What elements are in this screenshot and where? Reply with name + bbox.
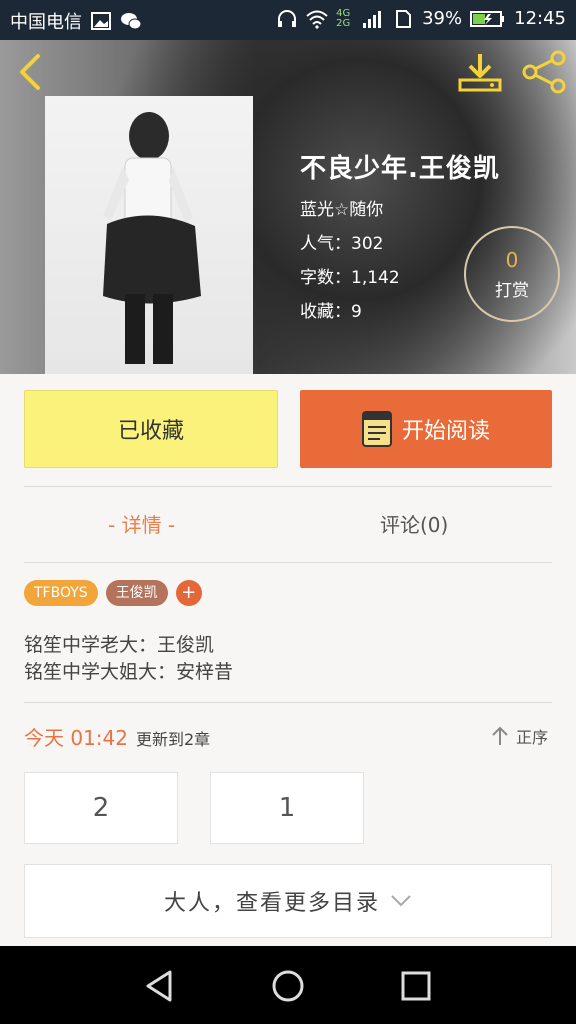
sort-order-label: 正序 bbox=[516, 728, 549, 747]
tag-tfboys[interactable]: TFBOYS bbox=[24, 580, 98, 606]
description-line: 铭笙中学老大：王俊凯 bbox=[24, 634, 215, 656]
sort-order-toggle[interactable]: 正序 bbox=[490, 724, 548, 748]
more-chapters-button[interactable]: 大人，查看更多目录 bbox=[24, 864, 552, 938]
clock: 12:45 bbox=[514, 8, 566, 29]
home-nav-icon[interactable] bbox=[268, 966, 308, 1006]
download-icon[interactable] bbox=[458, 50, 502, 94]
description-line: 铭笙中学大姐大：安梓昔 bbox=[24, 661, 234, 683]
back-nav-icon[interactable] bbox=[140, 966, 180, 1006]
back-arrow-icon[interactable] bbox=[12, 52, 52, 92]
favorites-stat: 收藏：9 bbox=[300, 302, 362, 322]
divider bbox=[24, 562, 552, 563]
network-label: 4G 2G bbox=[336, 7, 351, 29]
divider bbox=[24, 486, 552, 487]
battery-percent: 39% bbox=[422, 8, 463, 29]
arrow-up-icon bbox=[492, 726, 508, 745]
headphones-icon bbox=[278, 9, 297, 27]
chevron-down-icon bbox=[391, 895, 411, 907]
chapter-number: 2 bbox=[92, 793, 110, 823]
update-info: 今天 01:42 更新到2章 bbox=[24, 722, 210, 751]
update-time: 今天 01:42 bbox=[24, 726, 128, 750]
reward-count: 0 bbox=[505, 248, 519, 272]
wifi-icon bbox=[306, 10, 328, 29]
reward-button[interactable]: 0 打赏 bbox=[464, 226, 560, 322]
signal-icon bbox=[363, 10, 382, 28]
battery-icon bbox=[470, 10, 505, 27]
divider bbox=[24, 702, 552, 703]
recents-nav-icon[interactable] bbox=[396, 966, 436, 1006]
chapter-item[interactable]: 2 bbox=[24, 772, 178, 844]
status-bar: 中国电信 4G 2G 39% 12:45 bbox=[0, 0, 576, 40]
book-author[interactable]: 蓝光☆随你 bbox=[300, 199, 500, 221]
tab-comments[interactable]: 评论(0) bbox=[380, 508, 448, 542]
add-tag-button[interactable]: + bbox=[175, 580, 202, 606]
book-title: 不良少年.王俊凯 bbox=[300, 154, 500, 184]
favorited-label: 已收藏 bbox=[117, 419, 184, 444]
system-nav-bar bbox=[0, 946, 576, 1024]
book-header: 不良少年.王俊凯 蓝光☆随你 人气：302 字数：1,142 收藏：9 0 打赏 bbox=[0, 40, 576, 374]
tag-wang-junkai[interactable]: 王俊凯 bbox=[105, 580, 168, 606]
wechat-icon bbox=[121, 13, 142, 30]
book-info: 不良少年.王俊凯 蓝光☆随你 人气：302 字数：1,142 收藏：9 bbox=[300, 148, 500, 335]
more-chapters-label: 大人，查看更多目录 bbox=[163, 891, 380, 916]
favorited-button[interactable]: 已收藏 bbox=[24, 390, 278, 468]
sim-icon bbox=[396, 9, 412, 28]
start-reading-label: 开始阅读 bbox=[401, 419, 490, 444]
start-reading-button[interactable]: 开始阅读 bbox=[300, 390, 552, 468]
chapter-item[interactable]: 1 bbox=[210, 772, 364, 844]
book-icon bbox=[361, 411, 392, 447]
image-icon bbox=[91, 12, 111, 30]
share-icon[interactable] bbox=[520, 50, 568, 94]
book-description: 铭笙中学老大：王俊凯 铭笙中学大姐大：安梓昔 bbox=[24, 632, 233, 686]
book-cover-image[interactable] bbox=[45, 96, 253, 374]
carrier-label: 中国电信 bbox=[10, 12, 82, 33]
tag-list: TFBOYS 王俊凯 + bbox=[24, 580, 202, 606]
update-text: 更新到2章 bbox=[136, 730, 211, 749]
chapter-number: 1 bbox=[278, 793, 296, 823]
reward-label: 打赏 bbox=[495, 281, 529, 301]
tab-detail[interactable]: - 详情 - bbox=[108, 508, 175, 542]
cover-figure bbox=[103, 112, 201, 364]
